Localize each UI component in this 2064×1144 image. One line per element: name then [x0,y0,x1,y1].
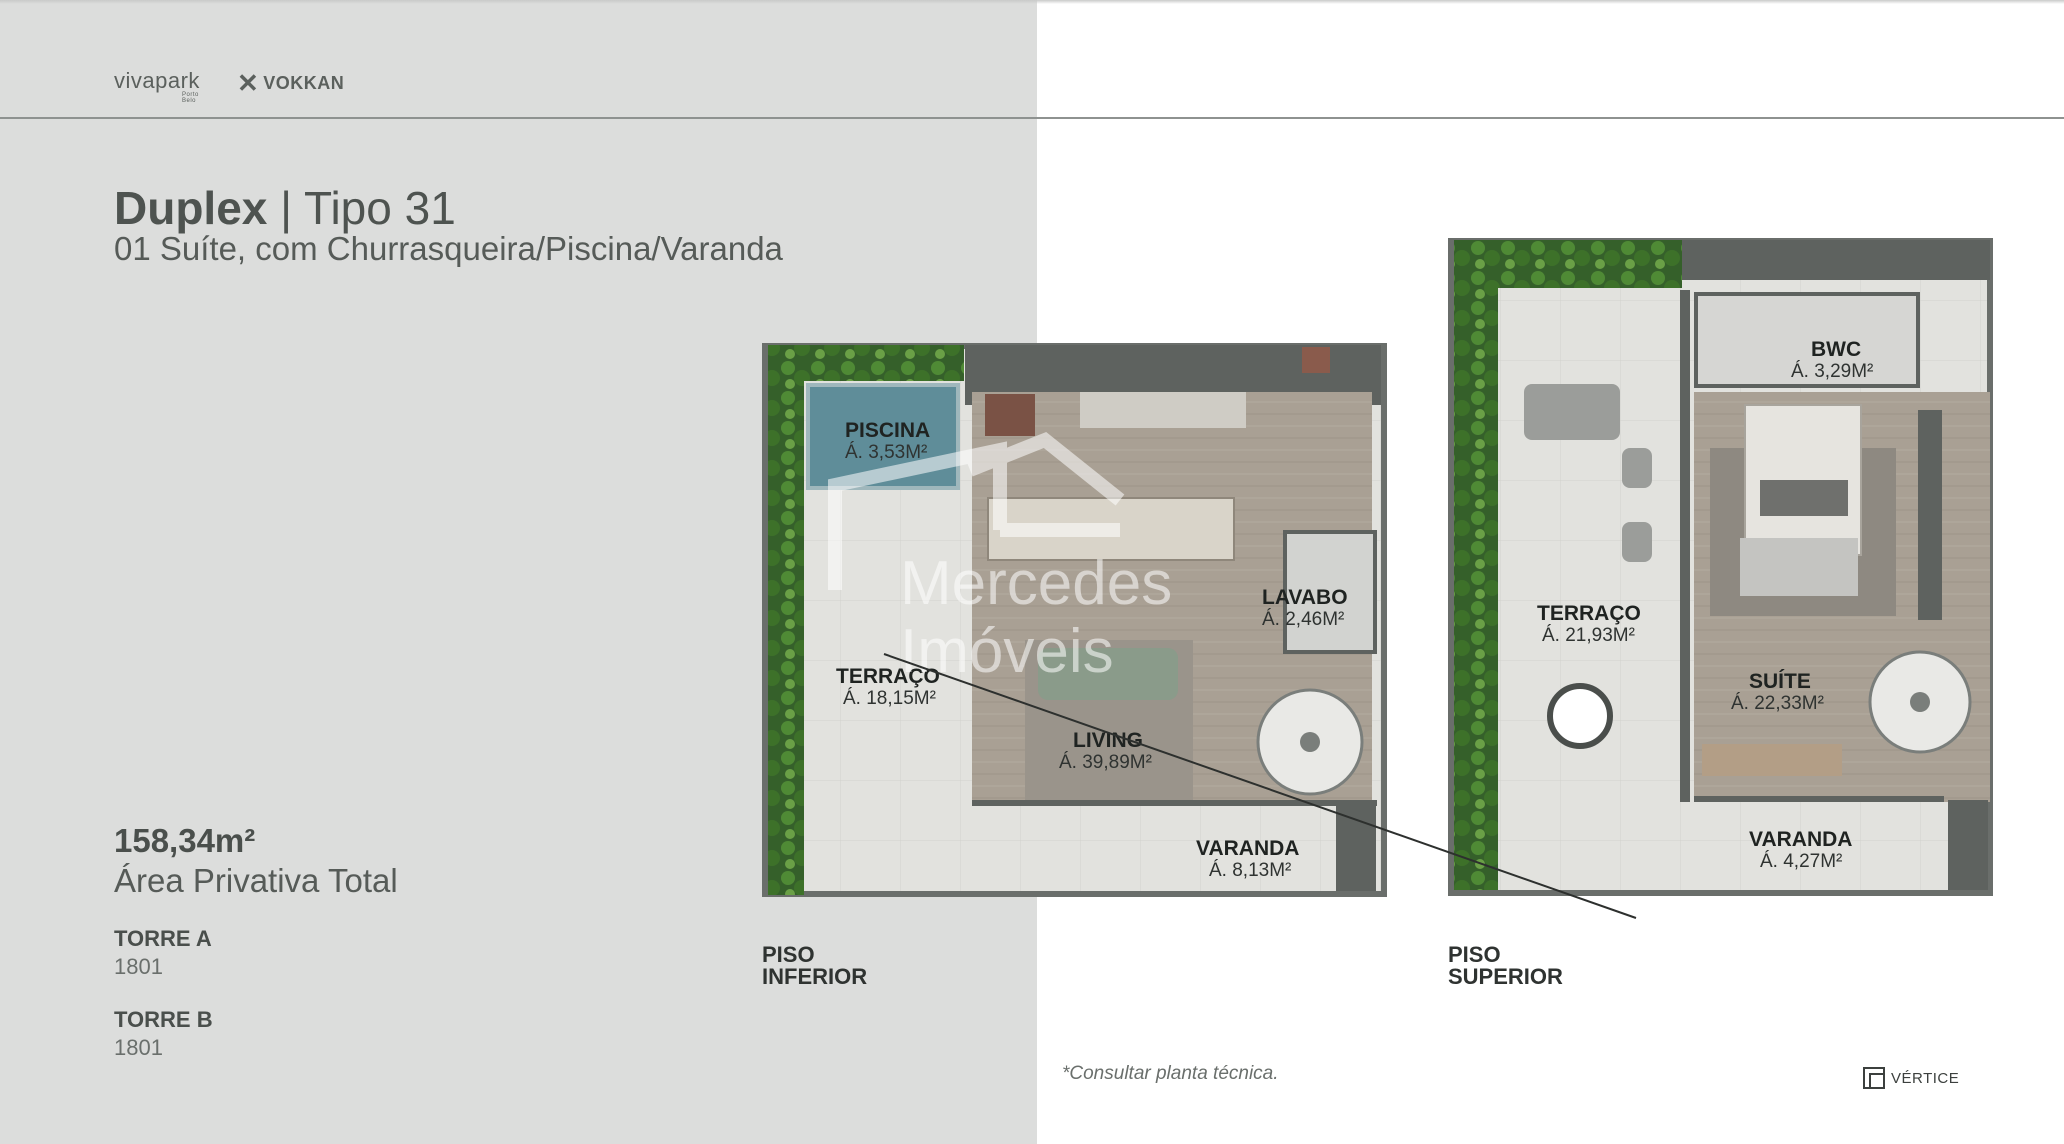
lower-floor-label-line1: PISO [762,942,815,967]
watermark-line2: Imóveis [900,617,1114,686]
desk [1702,744,1842,776]
room-piscina-area: Á. 3,53M² [845,442,927,463]
watermark-line1: Mercedes [900,549,1172,618]
room-lavabo-area: Á. 2,46M² [1262,609,1344,630]
floor-plans: PISCINA Á. 3,53M² LAVABO Á. 2,46M² TERRA… [762,238,1993,919]
upper-floor-label: PISO SUPERIOR [1448,944,1563,988]
wardrobe-wall [1918,410,1942,620]
room-bwc-area: Á. 3,29M² [1791,361,1873,382]
room-bwc-name: BWC [1811,338,1861,361]
vertice-logo-text: VÉRTICE [1891,1069,1960,1087]
terrace-dining-table [1547,683,1613,749]
room-suite-name: SUÍTE [1749,670,1811,693]
upper-glass-wall [1694,796,1944,802]
upper-top-wall [1682,240,1990,280]
barbecue [985,394,1035,436]
bench-seating [1740,538,1858,596]
terrace-armchair-1 [1622,448,1652,488]
grill [1302,347,1330,373]
room-terraco-upper-area: Á. 21,93M² [1542,625,1635,646]
room-varanda-lower-name: VARANDA [1196,837,1299,860]
terrace-armchair-2 [1622,522,1652,562]
room-living-area: Á. 39,89M² [1059,752,1152,773]
room-varanda-lower-area: Á. 8,13M² [1209,860,1291,881]
terrace-sofa [1524,384,1620,440]
room-terraco-upper-name: TERRAÇO [1537,602,1641,625]
vertice-square-icon [1863,1067,1885,1089]
vertice-logo: VÉRTICE [1863,1067,1959,1089]
room-piscina-name: PISCINA [845,419,930,442]
upper-planter [1454,240,1498,890]
room-lavabo-name: LAVABO [1262,586,1348,609]
footnote: *Consultar planta técnica. [1062,1063,1279,1084]
upper-floor-label-line1: PISO [1448,942,1501,967]
lower-planter [768,345,804,895]
room-suite-area: Á. 22,33M² [1731,693,1824,714]
bed-throw [1760,480,1848,516]
upper-shaft [1948,800,1988,890]
upper-planter-top [1454,240,1682,288]
lower-floor-label: PISO INFERIOR [762,944,867,988]
upper-floor-plan: BWC Á. 3,29M² TERRAÇO Á. 21,93M² SUÍTE Á… [1448,238,1993,896]
lower-floor-label-line2: INFERIOR [762,964,868,989]
room-terraco-lower-area: Á. 18,15M² [843,688,936,709]
suite-left-wall [1680,290,1690,802]
lower-planter-top [768,345,964,381]
upper-floor-label-line2: SUPERIOR [1448,964,1563,989]
room-varanda-upper-name: VARANDA [1749,828,1852,851]
kitchen-counter [1080,392,1246,428]
room-varanda-upper-area: Á. 4,27M² [1760,851,1842,872]
